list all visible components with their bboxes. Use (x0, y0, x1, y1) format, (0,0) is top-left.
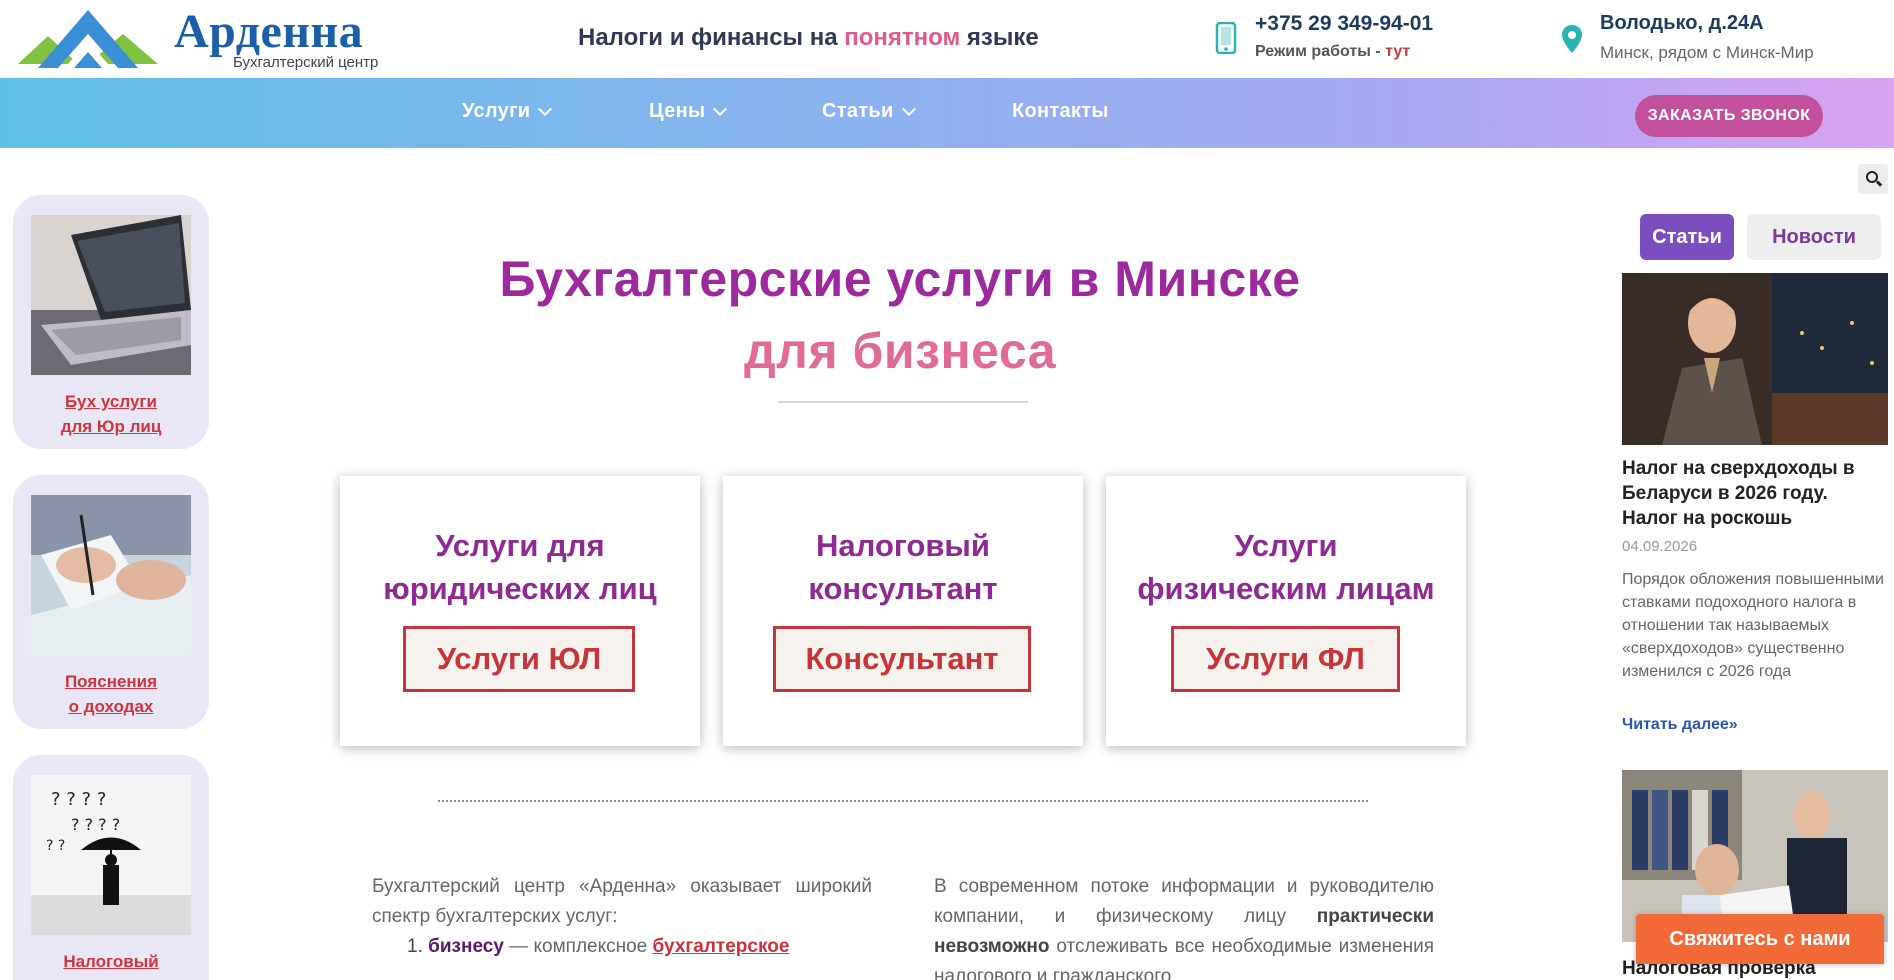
svg-text:? ? ? ?: ? ? ? ? (71, 815, 120, 834)
sidebar-card-legal-services[interactable]: Бух услуги для Юр лиц (13, 195, 209, 449)
chevron-down-icon (901, 101, 916, 116)
nav-item-contacts[interactable]: Контакты (1012, 100, 1109, 123)
working-hours: Режим работы - тут (1255, 43, 1411, 60)
section-divider (438, 800, 1368, 802)
intro-text-right: В современном потоке информации и руково… (934, 876, 1434, 980)
tagline: Налоги и финансы на понятном языке (578, 24, 1039, 51)
logo-subtitle: Бухгалтерский центр (233, 54, 379, 71)
consultant-button[interactable]: Консультант (773, 626, 1031, 692)
address-subtitle: Минск, рядом с Минск-Мир (1600, 43, 1814, 62)
chevron-down-icon (538, 101, 553, 116)
accounting-link[interactable]: бухгалтерское (653, 936, 790, 957)
main-nav: Услуги Цены Статьи Контакты ЗАКАЗАТЬ ЗВО… (0, 78, 1894, 148)
order-call-button[interactable]: ЗАКАЗАТЬ ЗВОНОК (1635, 95, 1823, 137)
read-more-link[interactable]: Читать далее» (1622, 716, 1738, 734)
service-card-title: Услуги для юридических лиц (383, 528, 657, 606)
business-link[interactable]: бизнесу (428, 936, 504, 957)
article-image-businessman[interactable] (1622, 273, 1888, 445)
search-button[interactable] (1858, 164, 1888, 194)
service-card-tax-consultant: Налоговый консультант Консультант (723, 476, 1083, 746)
sidebar-card-label[interactable]: Пояснения о доходах (13, 669, 209, 719)
tab-news[interactable]: Новости (1747, 214, 1881, 260)
site-header: Арденна Бухгалтерский центр Налоги и фин… (0, 0, 1894, 78)
phone-number[interactable]: +375 29 349-94-01 (1255, 12, 1433, 36)
logo-name: Арденна (174, 5, 364, 58)
tab-articles[interactable]: Статьи (1640, 214, 1734, 260)
intro-text-left: Бухгалтерский центр «Арденна» оказывает … (372, 872, 872, 962)
svg-text:? ?: ? ? (46, 838, 65, 854)
chevron-down-icon (713, 101, 728, 116)
article-title[interactable]: Налог на сверхдоходы в Беларуси в 2026 г… (1622, 456, 1888, 531)
contact-us-button[interactable]: Свяжитесь с нами (1636, 914, 1884, 964)
sidebar-card-tax[interactable]: ? ? ? ? ? ? ? ? ? ? Налоговый (13, 755, 209, 980)
logo-mountains-icon (18, 10, 158, 68)
service-card-legal: Услуги для юридических лиц Услуги ЮЛ (340, 476, 700, 746)
laptop-image (31, 215, 191, 375)
service-card-title: Услуги физическим лицам (1137, 528, 1435, 606)
legal-services-button[interactable]: Услуги ЮЛ (403, 626, 635, 692)
nav-item-services[interactable]: Услуги (462, 100, 553, 123)
hand-writing-image (31, 495, 191, 655)
article-date: 04.09.2026 (1622, 538, 1698, 555)
logo[interactable]: Арденна Бухгалтерский центр (18, 4, 398, 74)
umbrella-questions-image: ? ? ? ? ? ? ? ? ? ? (31, 775, 191, 935)
location-pin-icon (1562, 25, 1582, 53)
individual-services-button[interactable]: Услуги ФЛ (1171, 626, 1400, 692)
svg-text:? ? ? ?: ? ? ? ? (51, 789, 106, 810)
article-excerpt: Порядок обложения повышенными ставками п… (1622, 571, 1884, 680)
nav-item-articles[interactable]: Статьи (822, 100, 916, 123)
sidebar-card-income-explanation[interactable]: Пояснения о доходах (13, 475, 209, 729)
working-hours-link[interactable]: тут (1385, 43, 1410, 60)
nav-item-prices[interactable]: Цены (649, 100, 728, 123)
address: Володько, д.24А (1600, 12, 1764, 34)
sidebar-card-label[interactable]: Налоговый (13, 949, 209, 974)
tagline-accent: понятном (844, 24, 961, 51)
service-card-title: Налоговый консультант (808, 528, 998, 606)
service-card-individuals: Услуги физическим лицам Услуги ФЛ (1106, 476, 1466, 746)
title-divider (778, 401, 1028, 403)
page-subtitle: для бизнеса (743, 323, 1057, 379)
phone-icon (1215, 22, 1237, 54)
list-item: 1. бизнесу — комплексное бухгалтерское (407, 936, 790, 957)
page-title: Бухгалтерские услуги в Минске (499, 251, 1301, 307)
sidebar-card-label[interactable]: Бух услуги для Юр лиц (13, 389, 209, 439)
